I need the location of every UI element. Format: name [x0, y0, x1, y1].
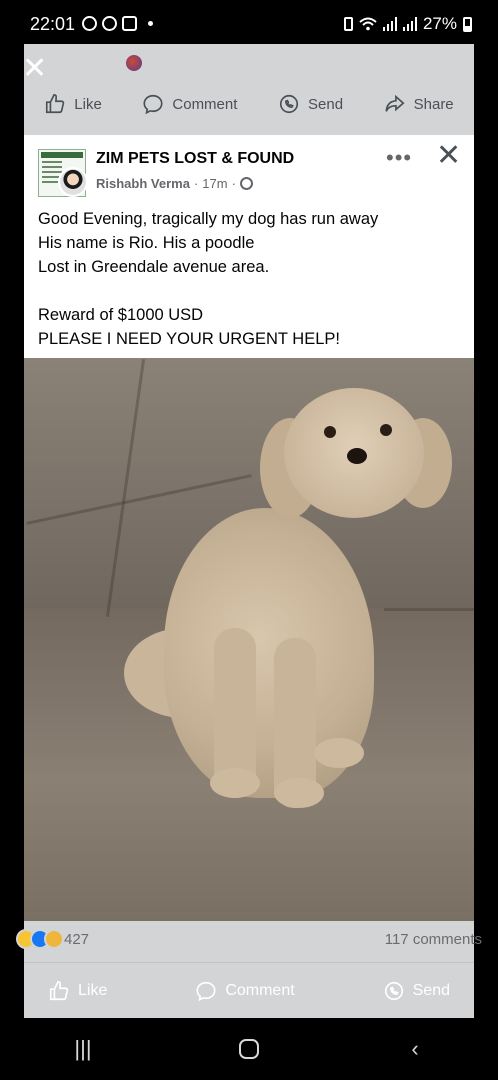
- comment-button[interactable]: Comment: [142, 93, 237, 115]
- post-meta: Rishabh Verma · 17m ·: [96, 176, 253, 191]
- like-label: Like: [74, 95, 102, 113]
- status-right: 27%: [343, 14, 472, 34]
- notification-icons: [82, 16, 153, 31]
- globe-icon: [239, 177, 253, 190]
- home-button[interactable]: [219, 1039, 279, 1059]
- profile-avatar[interactable]: [126, 55, 142, 71]
- home-icon: [239, 1039, 259, 1059]
- whatsapp-business-icon: [102, 16, 117, 31]
- dog-eye: [380, 424, 392, 436]
- author-name[interactable]: Rishabh Verma: [96, 176, 190, 191]
- bottom-action-bar: Like Comment Send: [24, 962, 474, 1018]
- post-card: ZIM PETS LOST & FOUND Rishabh Verma · 17…: [24, 135, 474, 358]
- whatsapp-send-icon: [384, 981, 403, 1000]
- gallery-icon: [122, 16, 137, 31]
- bottom-send-label: Send: [412, 981, 450, 999]
- comment-icon: [143, 94, 163, 115]
- status-time: 22:01: [30, 14, 76, 34]
- share-label: Share: [413, 95, 454, 113]
- bottom-send-button[interactable]: Send: [383, 980, 450, 1002]
- reaction-icons[interactable]: [16, 929, 64, 949]
- share-icon: [385, 94, 405, 112]
- group-name[interactable]: ZIM PETS LOST & FOUND: [96, 150, 294, 168]
- thumbs-up-icon: [49, 980, 69, 1000]
- thumbs-up-icon: [46, 94, 65, 114]
- dog-nose: [347, 448, 367, 464]
- battery-saver-icon: [343, 17, 353, 31]
- bottom-like-button[interactable]: Like: [48, 980, 107, 1002]
- send-label: Send: [308, 95, 344, 113]
- dog-paw: [314, 738, 364, 768]
- back-icon[interactable]: ‹: [385, 1036, 445, 1062]
- more-options-icon[interactable]: •••: [386, 145, 412, 171]
- post-time[interactable]: 17m: [202, 176, 227, 191]
- send-button[interactable]: Send: [278, 93, 343, 115]
- like-button[interactable]: Like: [44, 93, 102, 115]
- meta-separator: ·: [193, 176, 199, 191]
- dog-paw: [274, 778, 324, 808]
- author-avatar[interactable]: [58, 167, 88, 197]
- reaction-count[interactable]: 427: [64, 931, 89, 948]
- post-photo[interactable]: [24, 358, 474, 921]
- signal-2-icon: [402, 17, 417, 31]
- close-icon[interactable]: ✕: [436, 141, 461, 171]
- comment-icon: [196, 981, 216, 1001]
- status-bar: 22:01 27%: [0, 0, 498, 44]
- comment-label: Comment: [172, 95, 238, 113]
- dog-eye: [324, 426, 336, 438]
- bottom-comment-label: Comment: [225, 981, 295, 999]
- whatsapp-send-icon: [279, 94, 299, 114]
- whatsapp-icon: [82, 16, 97, 31]
- recent-apps-icon[interactable]: |||: [53, 1036, 113, 1062]
- system-nav-bar: ||| ‹: [0, 1018, 498, 1080]
- bottom-comment-button[interactable]: Comment: [195, 980, 295, 1002]
- care-reaction-icon: [44, 929, 64, 949]
- close-viewer-icon[interactable]: ✕: [22, 54, 47, 84]
- sofa-crease: [384, 608, 474, 611]
- signal-1-icon: [382, 17, 397, 31]
- battery-percent: 27%: [422, 14, 457, 33]
- post-text: Good Evening, tragically my dog has run …: [38, 210, 379, 348]
- reactions-bar: 427 117 comments: [16, 921, 482, 957]
- meta-separator: ·: [231, 176, 236, 191]
- top-action-bar: Like Comment Send Share: [24, 84, 474, 124]
- wifi-icon: [359, 17, 377, 31]
- comments-count[interactable]: 117 comments: [385, 931, 482, 948]
- share-button[interactable]: Share: [384, 93, 454, 115]
- battery-icon: [463, 16, 472, 32]
- more-notifications-dot-icon: [148, 21, 153, 26]
- bottom-like-label: Like: [78, 981, 108, 999]
- dog-paw: [210, 768, 260, 798]
